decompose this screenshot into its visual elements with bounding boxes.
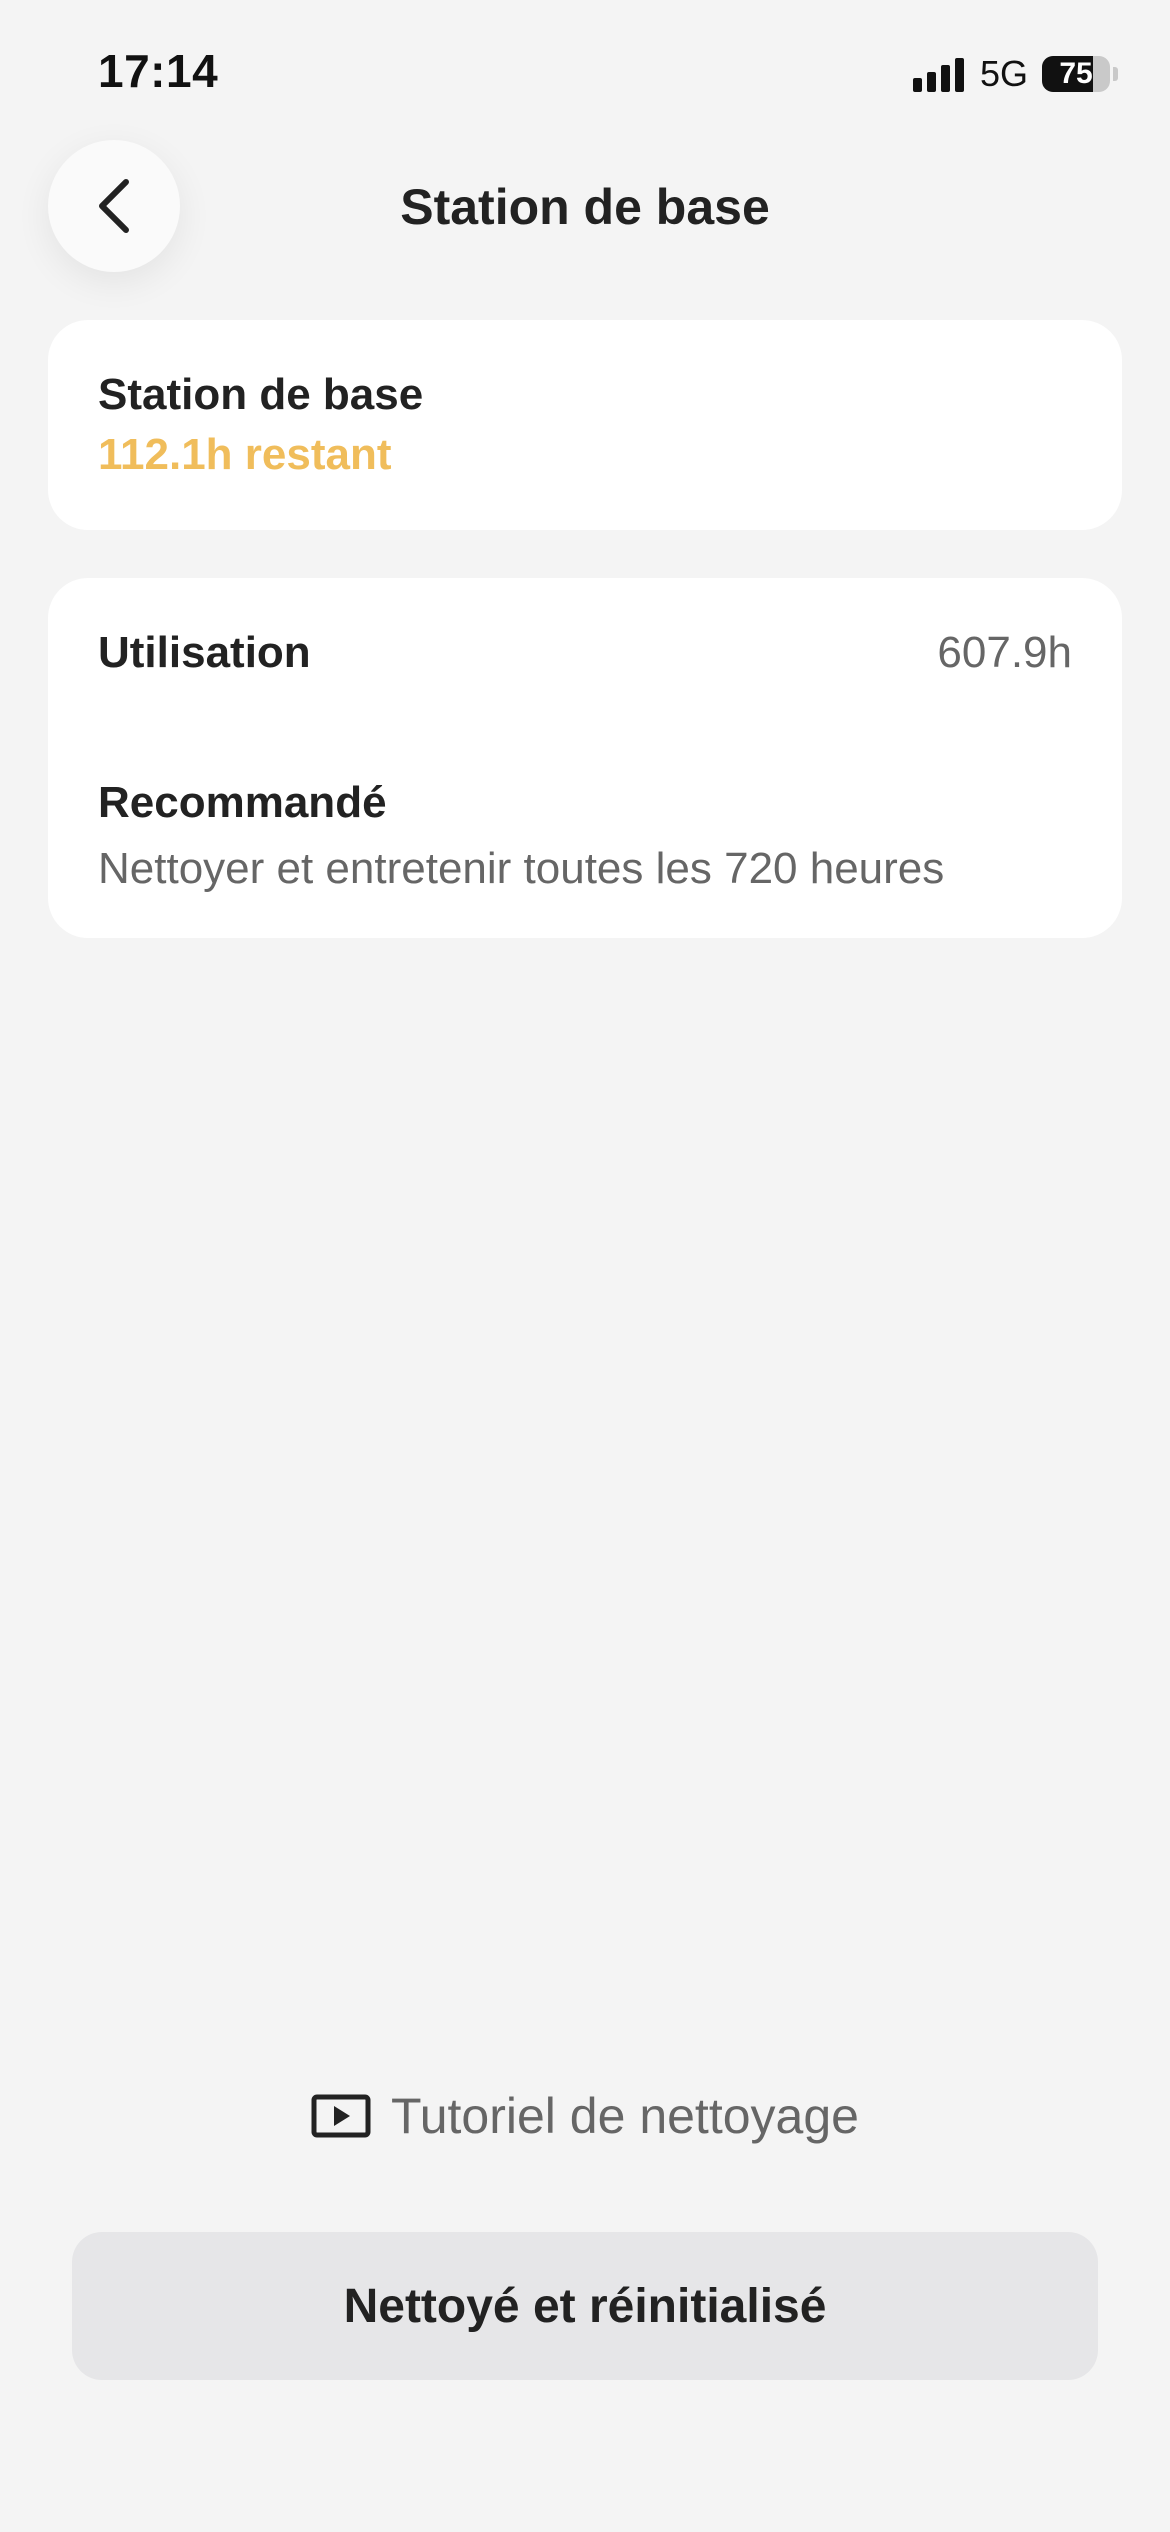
usage-label: Utilisation	[98, 628, 311, 677]
status-card: Station de base 112.1h restant	[48, 320, 1122, 530]
signal-icon	[912, 56, 964, 92]
tutorial-link[interactable]: Tutoriel de nettoyage	[0, 2084, 1170, 2148]
usage-value: 607.9h	[937, 628, 1072, 677]
recommended-text: Nettoyer et entretenir toutes les 720 he…	[98, 844, 945, 893]
recommended-label: Recommandé	[98, 778, 387, 827]
tutorial-label: Tutoriel de nettoyage	[391, 2088, 859, 2144]
details-card: Utilisation 607.9h Recommandé Nettoyer e…	[48, 578, 1122, 938]
status-card-title: Station de base	[98, 370, 424, 419]
battery-tip	[1113, 67, 1118, 81]
battery-icon: 75	[1042, 56, 1110, 92]
remaining-time: 112.1h restant	[98, 430, 392, 479]
cleaned-and-reset-button[interactable]: Nettoyé et réinitialisé	[72, 2232, 1098, 2380]
play-video-icon	[311, 2094, 371, 2138]
network-label: 5G	[979, 53, 1028, 94]
battery-percent: 75	[1059, 57, 1093, 90]
status-indicators: 5G 75	[912, 53, 1118, 94]
page-title: Station de base	[400, 179, 770, 235]
status-time: 17:14	[98, 45, 219, 97]
